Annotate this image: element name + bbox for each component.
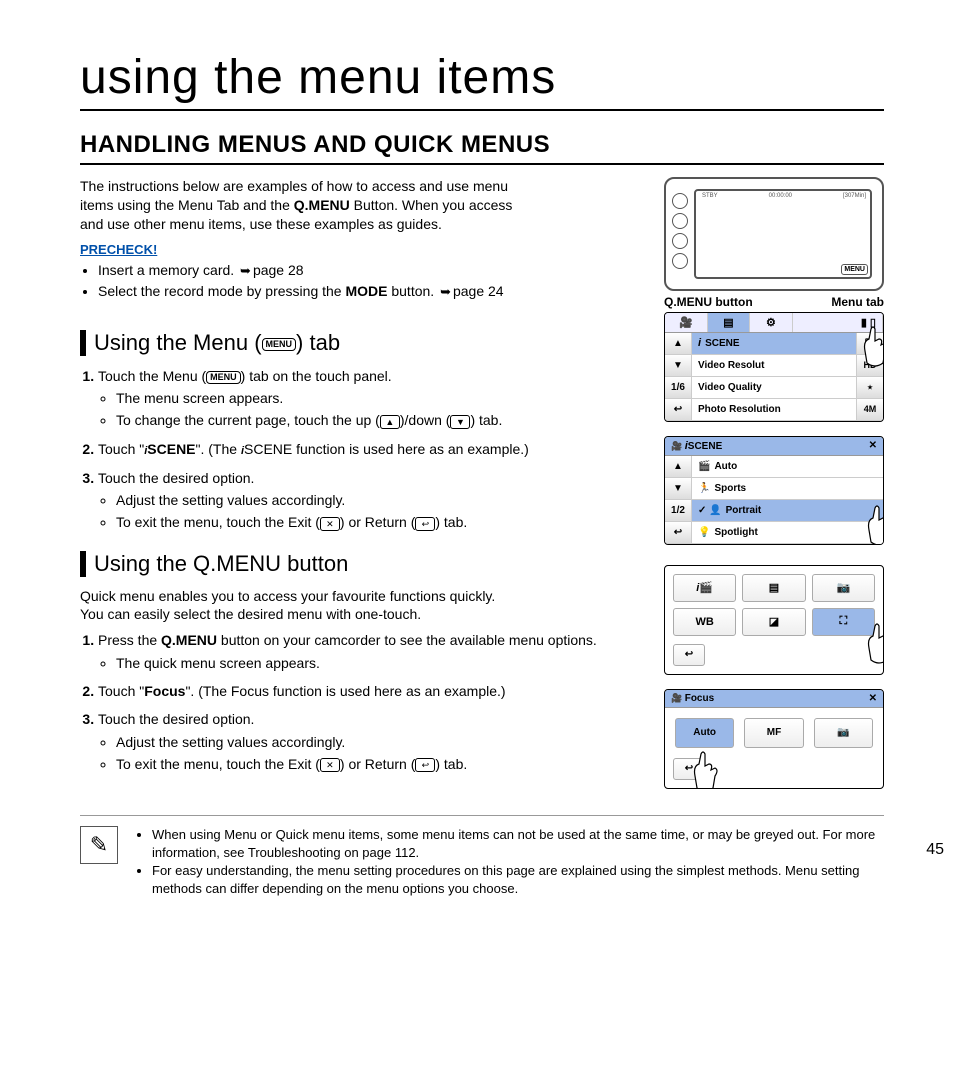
chevron-right-icon[interactable]: 4M xyxy=(857,399,883,421)
list-item[interactable]: 🏃Sports xyxy=(692,478,883,500)
list-item[interactable]: 🎬Auto xyxy=(692,456,883,478)
list-item[interactable]: Video Quality xyxy=(692,377,856,399)
steps-menu-tab: Touch the Menu (MENU) tab on the touch p… xyxy=(98,366,644,533)
tab-icon[interactable]: ⚙ xyxy=(750,313,793,332)
note-item: For easy understanding, the menu setting… xyxy=(152,862,884,898)
menu-screen-2: 🎥 iSCENE ✕ ▲ ▼ 1/2 ↩ 🎬Auto 🏃Sports ✓ 👤Po… xyxy=(664,436,884,545)
menu-title: 🎥 iSCENE xyxy=(671,440,722,452)
intro-text: The instructions below are examples of h… xyxy=(80,177,644,234)
qmenu-item[interactable]: ▤ xyxy=(742,574,805,602)
exit-icon: ✕ xyxy=(320,517,340,531)
qmenu-intro: Quick menu enables you to access your fa… xyxy=(80,587,644,625)
close-button[interactable]: ✕ xyxy=(869,440,877,451)
steps-qmenu: Press the Q.MENU button on your camcorde… xyxy=(98,630,644,774)
chevron-right-icon[interactable]: HD xyxy=(857,355,883,377)
page-title: using the menu items xyxy=(80,50,884,111)
focus-option[interactable]: Auto xyxy=(675,718,734,748)
focus-option[interactable]: 📷 xyxy=(814,718,873,748)
arrow-icon xyxy=(438,283,453,299)
up-icon: ▲ xyxy=(380,415,400,429)
note-icon: ✎ xyxy=(80,826,118,864)
chevron-right-icon[interactable]: 🏞 xyxy=(857,333,883,355)
list-item[interactable]: ✓ 👤Portrait xyxy=(692,500,883,522)
list-item[interactable]: iSCENE xyxy=(692,333,856,355)
list-item[interactable]: Video Resolut xyxy=(692,355,856,377)
note-item: When using Menu or Quick menu items, som… xyxy=(152,826,884,862)
note-box: ✎ When using Menu or Quick menu items, s… xyxy=(80,815,884,899)
page-number: 45 xyxy=(926,841,944,859)
down-button[interactable]: ▼ xyxy=(665,478,691,500)
qmenu-item[interactable]: 📷 xyxy=(812,574,875,602)
focus-screen: 🎥 Focus ✕ Auto MF 📷 ↩ xyxy=(664,689,884,789)
quick-menu-screen: i🎬 ▤ 📷 WB ◪ ⛶ ↩ xyxy=(664,565,884,675)
page-indicator: 1/6 xyxy=(665,377,691,399)
down-button[interactable]: ▼ xyxy=(665,355,691,377)
subhead-bar xyxy=(80,551,86,577)
chevron-right-icon[interactable]: ⭑ xyxy=(857,377,883,399)
menu-screen-1: 🎥 ▤ ⚙ ▮ ▯ ▲ ▼ 1/6 ↩ iSCENE Video Resolut xyxy=(664,312,884,422)
exit-icon: ✕ xyxy=(320,758,340,772)
menu-chip-icon: MENU xyxy=(262,338,297,351)
return-icon: ↩ xyxy=(415,758,435,772)
menu-tab-chip: MENU xyxy=(841,264,868,275)
up-button[interactable]: ▲ xyxy=(665,456,691,478)
camera-illustration: STBY00:00:00[307Min] MENU xyxy=(664,177,884,291)
section-heading: HANDLING MENUS AND QUICK MENUS xyxy=(80,131,884,165)
subheading-qmenu: Using the Q.MENU button xyxy=(94,551,348,577)
tab-icon[interactable]: ▤ xyxy=(708,313,751,332)
qmenu-item[interactable]: ⛶ xyxy=(812,608,875,636)
return-button[interactable]: ↩ xyxy=(673,758,705,780)
battery-icon: ▮ ▯ xyxy=(793,313,883,332)
return-icon: ↩ xyxy=(415,517,435,531)
list-item[interactable]: Photo Resolution xyxy=(692,399,856,421)
focus-option[interactable]: MF xyxy=(744,718,803,748)
return-button[interactable]: ↩ xyxy=(665,522,691,544)
qmenu-item[interactable]: i🎬 xyxy=(673,574,736,602)
qmenu-button-label: Q.MENU button xyxy=(664,295,753,309)
return-button[interactable]: ↩ xyxy=(673,644,705,666)
up-button[interactable]: ▲ xyxy=(665,333,691,355)
qmenu-item[interactable]: ◪ xyxy=(742,608,805,636)
qmenu-item[interactable]: WB xyxy=(673,608,736,636)
tab-icon[interactable]: 🎥 xyxy=(665,313,708,332)
menu-chip-icon: MENU xyxy=(206,371,241,384)
arrow-icon xyxy=(238,262,253,278)
menu-title: 🎥 Focus xyxy=(671,693,714,704)
menu-tab-label: Menu tab xyxy=(831,295,884,309)
subhead-bar xyxy=(80,330,86,356)
precheck-heading: PRECHECK! xyxy=(80,242,644,257)
close-button[interactable]: ✕ xyxy=(869,693,877,704)
return-button[interactable]: ↩ xyxy=(665,399,691,421)
list-item[interactable]: 💡Spotlight xyxy=(692,522,883,544)
down-icon: ▼ xyxy=(450,415,470,429)
precheck-list: Insert a memory card. page 28 Select the… xyxy=(98,261,644,302)
subheading-menu-tab: Using the Menu (MENU) tab xyxy=(94,330,340,356)
page-indicator: 1/2 xyxy=(665,500,691,522)
